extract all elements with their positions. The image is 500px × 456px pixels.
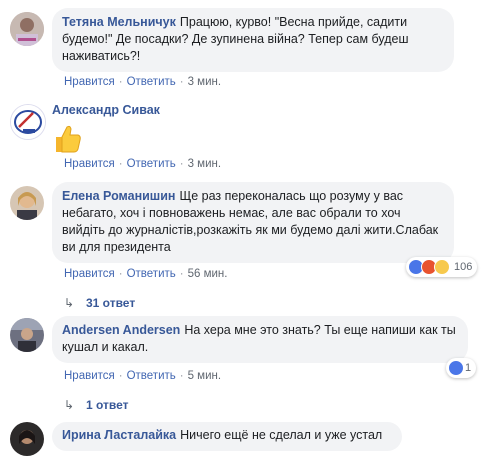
avatar[interactable]: [10, 318, 44, 352]
separator: ·: [118, 268, 123, 280]
reactions-count: 1: [465, 362, 472, 374]
comment-bubble: Тетяна Мельничук Працюю, курво! "Весна пр…: [52, 8, 454, 72]
comment-bubble: Елена Романишин Ще раз переконалась що ро…: [52, 182, 454, 263]
comment-actions: Нравится · Ответить · 3 мин.: [64, 158, 221, 170]
comment-time[interactable]: 5 мин.: [188, 370, 221, 382]
replies-count[interactable]: 31 ответ: [86, 296, 135, 310]
reactions-summary[interactable]: 1: [446, 358, 477, 378]
thumbs-up-emoji-icon: [50, 122, 84, 156]
separator: ·: [118, 370, 123, 382]
comment-actions: Нравится · Ответить · 56 мин.: [64, 268, 227, 280]
comment-bubble: Ирина Ласталайка Ничего ещё не сделал и у…: [52, 422, 402, 451]
avatar[interactable]: [10, 104, 46, 140]
reply-link[interactable]: Ответить: [127, 370, 176, 382]
separator: ·: [179, 76, 184, 88]
reply-arrow-icon: ↳: [64, 296, 75, 310]
haha-reaction-icon: [434, 259, 450, 275]
comment-author[interactable]: Александр Сивак: [52, 103, 160, 117]
avatar[interactable]: [10, 186, 44, 220]
comment-author[interactable]: Andersen Andersen: [62, 323, 180, 337]
reply-link[interactable]: Ответить: [127, 76, 176, 88]
reply-link[interactable]: Ответить: [127, 268, 176, 280]
separator: ·: [179, 370, 184, 382]
comment-time[interactable]: 3 мин.: [188, 76, 221, 88]
comment-author[interactable]: Елена Романишин: [62, 189, 175, 203]
like-link[interactable]: Нравится: [64, 76, 115, 88]
comment-bubble: Andersen Andersen На хера мне это знать? …: [52, 316, 468, 363]
avatar[interactable]: [10, 422, 44, 456]
comment-actions: Нравится · Ответить · 5 мин.: [64, 370, 221, 382]
like-link[interactable]: Нравится: [64, 158, 115, 170]
separator: ·: [179, 158, 184, 170]
reactions-summary[interactable]: 106: [406, 257, 478, 277]
comment-time[interactable]: 3 мин.: [188, 158, 221, 170]
like-link[interactable]: Нравится: [64, 370, 115, 382]
separator: ·: [118, 76, 123, 88]
comment-text: Ничего ещё не сделал и уже устал: [180, 428, 383, 442]
view-replies-link[interactable]: ↳ 31 ответ: [64, 296, 135, 310]
comment-author[interactable]: Тетяна Мельничук: [62, 15, 176, 29]
reply-arrow-icon: ↳: [64, 398, 75, 412]
comment-author[interactable]: Ирина Ласталайка: [62, 428, 176, 442]
comment-time[interactable]: 56 мин.: [188, 268, 228, 280]
view-replies-link[interactable]: ↳ 1 ответ: [64, 398, 129, 412]
comment-actions: Нравится · Ответить · 3 мин.: [64, 76, 221, 88]
separator: ·: [118, 158, 123, 170]
avatar[interactable]: [10, 12, 44, 46]
like-link[interactable]: Нравится: [64, 268, 115, 280]
like-reaction-icon: [448, 360, 464, 376]
reactions-count: 106: [454, 261, 473, 273]
separator: ·: [179, 268, 184, 280]
replies-count[interactable]: 1 ответ: [86, 398, 129, 412]
reply-link[interactable]: Ответить: [127, 158, 176, 170]
